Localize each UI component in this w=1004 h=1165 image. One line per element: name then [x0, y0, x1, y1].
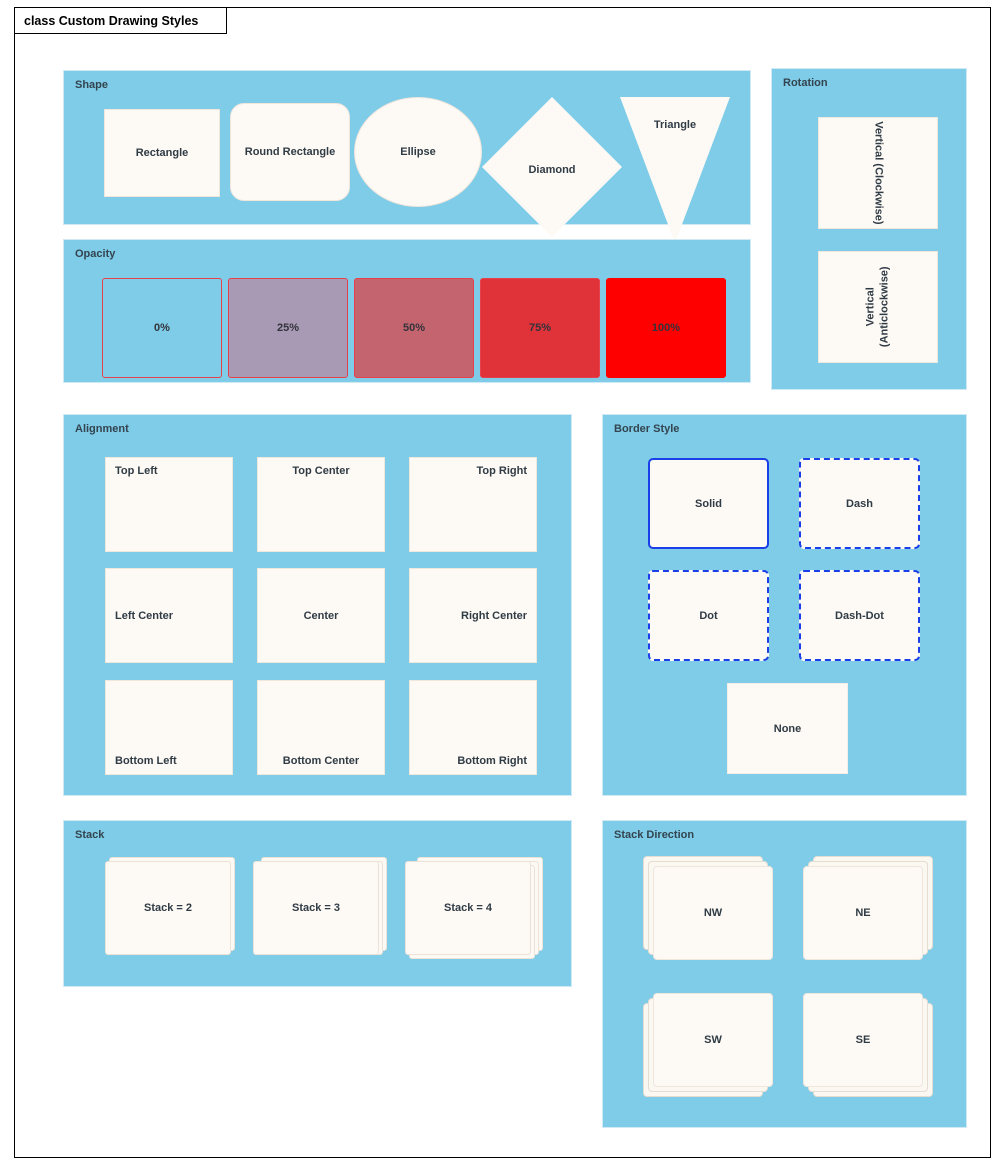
border-style-dash[interactable]: Dash: [799, 458, 920, 549]
stack-direction-front-card: SE: [803, 993, 923, 1087]
stack-direction-sw-label: SW: [704, 1034, 722, 1046]
shape-diamond-label: Diamond: [528, 164, 576, 177]
opacity-swatch-75-label: 75%: [528, 322, 552, 334]
opacity-swatch-25-label: 25%: [276, 322, 300, 334]
opacity-swatch-100-label: 100%: [651, 322, 681, 334]
panel-stack-direction: Stack Direction NW NE SW SE: [602, 820, 967, 1128]
panel-opacity: Opacity 0% 25% 50% 75% 100%: [63, 239, 751, 383]
stack-item-4-label: Stack = 4: [443, 902, 492, 914]
alignment-top-right-label: Top Right: [476, 465, 528, 477]
alignment-center[interactable]: Center: [257, 568, 385, 663]
stack-item-3[interactable]: Stack = 3: [253, 857, 387, 955]
shape-ellipse[interactable]: Ellipse: [354, 97, 482, 207]
stack-direction-ne[interactable]: NE: [803, 856, 933, 960]
panel-alignment: Alignment Top Left Top Center Top Right …: [63, 414, 572, 796]
panel-shape: Shape Rectangle Round Rectangle Ellipse …: [63, 70, 751, 243]
alignment-bottom-left[interactable]: Bottom Left: [105, 680, 233, 775]
stack-direction-front-card: NE: [803, 866, 923, 960]
rotation-anticlockwise-label: Vertical (Anticlockwise): [864, 267, 892, 348]
stack-item-4[interactable]: Stack = 4: [405, 857, 543, 959]
frame-title-text: class Custom Drawing Styles: [24, 13, 199, 28]
border-style-solid-label: Solid: [695, 497, 722, 510]
stack-direction-nw-label: NW: [703, 907, 723, 919]
panel-stack-direction-title: Stack Direction: [614, 829, 695, 841]
stack-item-2-label: Stack = 2: [143, 902, 192, 914]
stack-item-2[interactable]: Stack = 2: [105, 857, 235, 955]
panel-alignment-title: Alignment: [75, 423, 129, 435]
opacity-swatch-25[interactable]: 25%: [228, 278, 348, 378]
opacity-swatch-50-label: 50%: [402, 322, 426, 334]
shape-triangle[interactable]: Triangle: [620, 97, 730, 243]
alignment-bottom-left-label: Bottom Left: [115, 755, 177, 767]
opacity-swatch-0-label: 0%: [154, 322, 170, 334]
border-style-dash-label: Dash: [846, 497, 873, 510]
shape-ellipse-label: Ellipse: [400, 146, 436, 158]
panel-shape-title: Shape: [75, 79, 109, 91]
shape-diamond[interactable]: Diamond: [482, 97, 622, 237]
alignment-bottom-center[interactable]: Bottom Center: [257, 680, 385, 775]
border-style-solid[interactable]: Solid: [648, 458, 769, 549]
uml-frame: class Custom Drawing Styles Shape Rectan…: [14, 7, 991, 1158]
stack-front-card: Stack = 3: [253, 861, 379, 955]
alignment-bottom-right[interactable]: Bottom Right: [409, 680, 537, 775]
stack-front-card: Stack = 2: [105, 861, 231, 955]
alignment-top-left-label: Top Left: [115, 465, 158, 477]
stack-direction-se-label: SE: [855, 1034, 871, 1046]
frame-tab-corner-icon: [200, 8, 227, 35]
stack-direction-ne-label: NE: [855, 907, 871, 919]
rotation-clockwise-label: Vertical (Clockwise): [872, 121, 885, 225]
stack-direction-sw[interactable]: SW: [643, 993, 773, 1097]
stack-item-3-label: Stack = 3: [291, 902, 340, 914]
alignment-right-center-label: Right Center: [461, 609, 527, 622]
rotation-anticlockwise-line-2: (Anticlockwise): [878, 266, 890, 348]
alignment-top-center-label: Top Center: [292, 465, 350, 477]
shape-round-rectangle[interactable]: Round Rectangle: [230, 103, 350, 201]
rotation-clockwise-card[interactable]: Vertical (Clockwise): [818, 117, 938, 229]
alignment-left-center[interactable]: Left Center: [105, 568, 233, 663]
panel-rotation-title: Rotation: [783, 77, 828, 89]
opacity-swatch-0[interactable]: 0%: [102, 278, 222, 378]
shape-triangle-label: Triangle: [653, 119, 697, 131]
rotation-anticlockwise-line-1: Vertical: [864, 287, 877, 327]
opacity-swatch-75[interactable]: 75%: [480, 278, 600, 378]
shape-rectangle-label: Rectangle: [135, 147, 189, 159]
opacity-swatch-50[interactable]: 50%: [354, 278, 474, 378]
border-style-dot-label: Dot: [699, 609, 718, 622]
panel-rotation: Rotation Vertical (Clockwise) Vertical (…: [771, 68, 967, 390]
alignment-top-left[interactable]: Top Left: [105, 457, 233, 552]
stack-direction-front-card: SW: [653, 993, 773, 1087]
opacity-swatch-100[interactable]: 100%: [606, 278, 726, 378]
panel-border-style: Border Style Solid Dash Dot Dash-Dot Non…: [602, 414, 967, 796]
stack-front-card: Stack = 4: [405, 861, 531, 955]
rotation-anticlockwise-card[interactable]: Vertical (Anticlockwise): [818, 251, 938, 363]
panel-border-style-title: Border Style: [614, 423, 680, 435]
stack-direction-se[interactable]: SE: [803, 993, 933, 1097]
alignment-top-center[interactable]: Top Center: [257, 457, 385, 552]
panel-stack: Stack Stack = 2 Stack = 3 Stack = 4: [63, 820, 572, 987]
panel-opacity-title: Opacity: [75, 248, 116, 260]
shape-rectangle[interactable]: Rectangle: [104, 109, 220, 197]
alignment-left-center-label: Left Center: [115, 609, 174, 622]
border-style-none-label: None: [773, 722, 802, 735]
alignment-top-right[interactable]: Top Right: [409, 457, 537, 552]
stack-direction-front-card: NW: [653, 866, 773, 960]
border-style-none[interactable]: None: [727, 683, 848, 774]
alignment-bottom-center-label: Bottom Center: [282, 755, 360, 767]
alignment-center-label: Center: [303, 609, 339, 622]
border-style-dot[interactable]: Dot: [648, 570, 769, 661]
shape-round-rectangle-label: Round Rectangle: [244, 146, 336, 158]
alignment-bottom-right-label: Bottom Right: [457, 755, 527, 767]
stack-direction-nw[interactable]: NW: [643, 856, 773, 960]
border-style-dash-dot[interactable]: Dash-Dot: [799, 570, 920, 661]
border-style-dash-dot-label: Dash-Dot: [835, 609, 884, 622]
frame-title-tab: class Custom Drawing Styles: [15, 8, 228, 35]
panel-stack-title: Stack: [75, 829, 105, 841]
alignment-right-center[interactable]: Right Center: [409, 568, 537, 663]
